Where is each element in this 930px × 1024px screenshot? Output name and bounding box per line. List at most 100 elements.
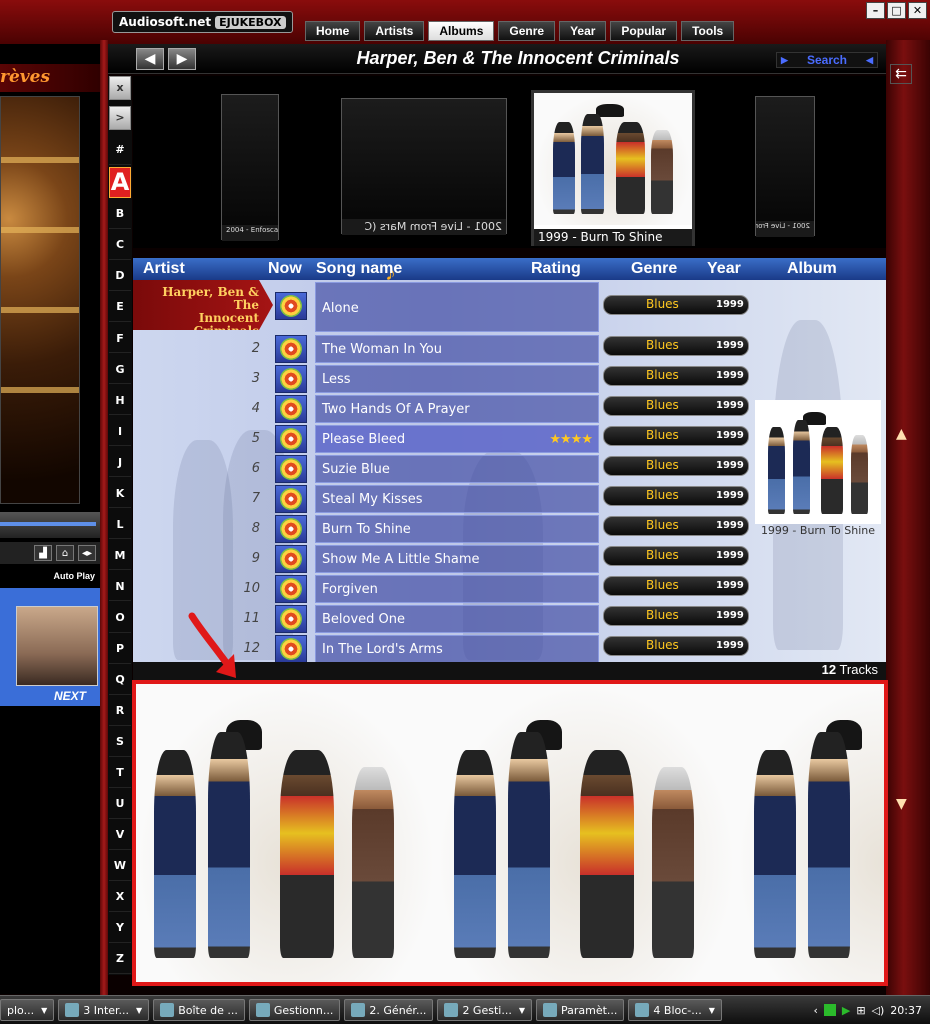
nav-tab-albums[interactable]: Albums (428, 21, 495, 41)
alpha-next-button[interactable]: > (109, 105, 131, 130)
alpha-letter[interactable]: P (109, 634, 131, 664)
now-play-icon[interactable] (275, 292, 307, 320)
rating-stars[interactable]: ★★★★ (549, 432, 593, 447)
track-name-selected[interactable]: Please Bleed ★★★★ (315, 425, 599, 453)
taskbar-item[interactable]: plo... ▼ (0, 999, 55, 1021)
nav-tab-artists[interactable]: Artists (364, 21, 425, 41)
track-name[interactable]: Forgiven (315, 575, 599, 603)
stairs-icon[interactable]: ▟ (34, 545, 52, 561)
col-album[interactable]: Album (787, 260, 837, 278)
exit-icon[interactable]: ⇇ (890, 64, 912, 84)
album-cover[interactable]: 2001 - Live From Mars (C (341, 98, 507, 235)
col-rating[interactable]: Rating (531, 260, 581, 278)
track-name[interactable]: Suzie Blue (315, 455, 599, 483)
track-name[interactable]: In The Lord's Arms (315, 635, 599, 662)
col-genre[interactable]: Genre (631, 260, 677, 278)
video-preview[interactable]: NEXT (0, 588, 100, 706)
alpha-letter[interactable]: R (109, 696, 131, 726)
tray-chevron-icon[interactable]: ‹ (813, 1004, 817, 1017)
now-play-icon[interactable] (275, 515, 307, 543)
nav-tab-home[interactable]: Home (305, 21, 361, 41)
track-name[interactable]: Beloved One (315, 605, 599, 633)
next-button[interactable]: NEXT (54, 689, 86, 703)
volume-icon[interactable]: ◁) (872, 1004, 885, 1017)
taskbar-item[interactable]: Paramèt... (535, 999, 625, 1021)
alpha-letter[interactable]: H (109, 386, 131, 416)
back-arrow-icon[interactable]: ◀ (136, 48, 164, 70)
taskbar-item[interactable]: Gestionn... (248, 999, 341, 1021)
maximize-button[interactable]: □ (887, 2, 906, 19)
now-play-icon[interactable] (275, 425, 307, 453)
alpha-letter[interactable]: Q (109, 665, 131, 695)
now-play-icon[interactable] (275, 365, 307, 393)
alpha-letter[interactable]: M (109, 541, 131, 571)
taskbar-item[interactable]: 2 Gesti... ▼ (437, 999, 532, 1021)
alpha-letter-active[interactable]: A (109, 166, 131, 199)
taskbar-item[interactable]: 4 Bloc-... ▼ (628, 999, 722, 1021)
album-cover[interactable]: 2001 - Live From Mars (755, 96, 815, 237)
track-name[interactable]: The Woman In You (315, 335, 599, 363)
search-button[interactable]: ▶ Search ◀ (776, 52, 878, 68)
alpha-letter[interactable]: X (109, 882, 131, 912)
alpha-letter[interactable]: D (109, 262, 131, 292)
scroll-up-icon[interactable]: ▲ (896, 426, 907, 442)
taskbar-item[interactable]: 2. Génér... (344, 999, 434, 1021)
now-play-icon[interactable] (275, 575, 307, 603)
alpha-letter[interactable]: T (109, 758, 131, 788)
alpha-letter[interactable]: Z (109, 944, 131, 974)
track-name[interactable]: Alone (315, 282, 599, 332)
alpha-clear-button[interactable]: x (109, 76, 131, 100)
track-name[interactable]: Show Me A Little Shame (315, 545, 599, 573)
nav-tab-tools[interactable]: Tools (681, 21, 735, 41)
alpha-letter[interactable]: O (109, 603, 131, 633)
expand-icon[interactable]: ◂▸ (78, 545, 96, 561)
alpha-letter[interactable]: J (109, 448, 131, 478)
alpha-letter[interactable]: Y (109, 913, 131, 943)
alpha-letter[interactable]: L (109, 510, 131, 540)
player-progress-bar[interactable] (0, 512, 100, 538)
col-song-name[interactable]: Song name (316, 260, 402, 278)
home-icon[interactable]: ⌂ (56, 545, 74, 561)
alpha-letter[interactable]: C (109, 231, 131, 261)
network-icon[interactable]: ⊞ (856, 1004, 865, 1017)
taskbar-item[interactable]: Boîte de ... (153, 999, 245, 1021)
alpha-letter[interactable]: K (109, 479, 131, 509)
auto-play-label[interactable]: Auto Play (0, 566, 100, 586)
track-name[interactable]: Burn To Shine (315, 515, 599, 543)
alpha-letter[interactable]: F (109, 324, 131, 354)
album-art[interactable] (755, 400, 881, 524)
now-play-icon[interactable] (275, 485, 307, 513)
alpha-letter[interactable]: G (109, 355, 131, 385)
close-button[interactable]: ✕ (908, 2, 927, 19)
nav-tab-popular[interactable]: Popular (610, 21, 678, 41)
play-icon[interactable]: ▶ (842, 1004, 850, 1017)
now-play-icon[interactable] (275, 395, 307, 423)
now-play-icon[interactable] (275, 635, 307, 662)
now-play-icon[interactable] (275, 545, 307, 573)
large-album-art[interactable] (132, 680, 888, 986)
album-cover-selected[interactable]: 1999 - Burn To Shine (531, 90, 695, 246)
track-name[interactable]: Less (315, 365, 599, 393)
track-name[interactable]: Two Hands Of A Prayer (315, 395, 599, 423)
album-cover[interactable]: 2004 - Enfoscado 04, Ka (221, 94, 279, 241)
album-panel[interactable]: 1999 - Burn To Shine (755, 400, 881, 542)
col-now[interactable]: Now (268, 260, 302, 278)
track-name[interactable]: Steal My Kisses (315, 485, 599, 513)
nav-tab-genre[interactable]: Genre (498, 21, 556, 41)
artist-tag[interactable]: Harper, Ben & The Innocent Criminals (133, 280, 273, 330)
alpha-number-button[interactable]: # (109, 136, 131, 166)
taskbar-item[interactable]: 3 Inter... ▼ (58, 999, 150, 1021)
col-year[interactable]: Year (707, 260, 741, 278)
alpha-letter[interactable]: E (109, 293, 131, 323)
alpha-letter[interactable]: N (109, 572, 131, 602)
alpha-letter[interactable]: W (109, 851, 131, 881)
col-artist[interactable]: Artist (143, 260, 185, 278)
alpha-letter[interactable]: S (109, 727, 131, 757)
forward-arrow-icon[interactable]: ▶ (168, 48, 196, 70)
alpha-letter[interactable]: U (109, 789, 131, 819)
alpha-letter[interactable]: I (109, 417, 131, 447)
nav-tab-year[interactable]: Year (559, 21, 607, 41)
video-thumbnail[interactable] (16, 606, 98, 686)
alpha-letter[interactable]: V (109, 820, 131, 850)
scroll-down-icon[interactable]: ▼ (896, 796, 907, 812)
